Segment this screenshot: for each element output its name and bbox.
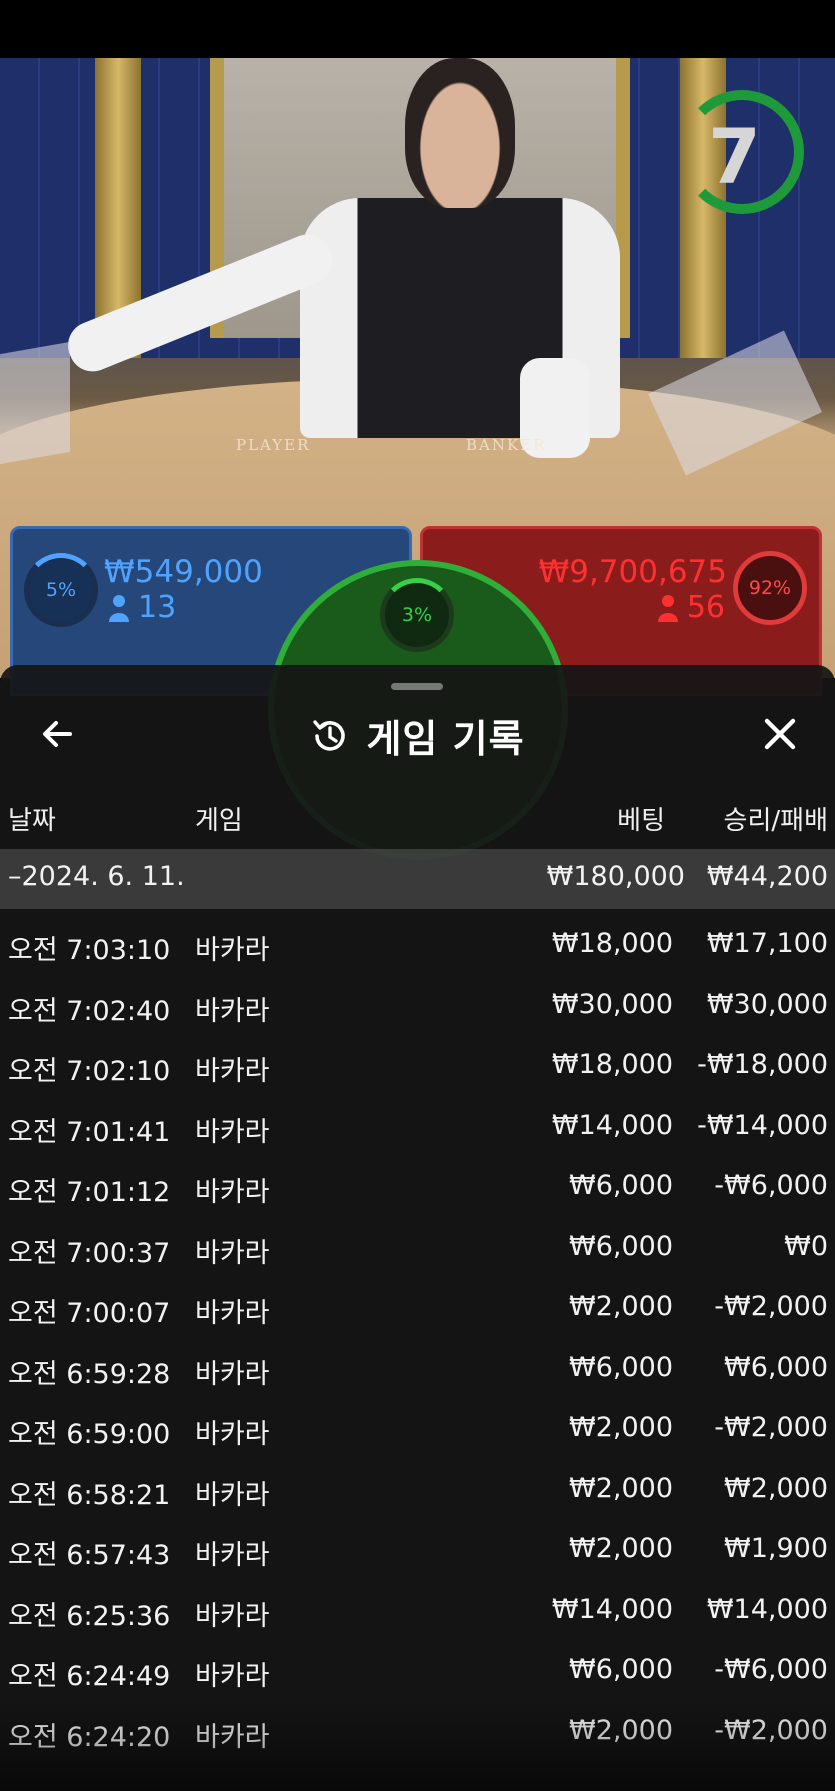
history-bet: ₩30,000	[551, 988, 673, 1020]
history-game: 바카라	[195, 1237, 270, 1269]
card-shoe	[0, 341, 70, 465]
history-bet: ₩2,000	[569, 1291, 673, 1322]
history-result: -₩14,000	[697, 1109, 828, 1141]
history-result: -₩18,000	[697, 1049, 828, 1080]
history-result: ₩2,000	[724, 1472, 828, 1504]
history-time: 오전 6:57:43	[8, 1540, 171, 1571]
history-result: ₩17,100	[706, 928, 828, 959]
history-bet: ₩14,000	[551, 1109, 673, 1141]
banker-pool-amount: ₩9,700,675	[538, 554, 727, 590]
history-result: ₩0	[784, 1230, 828, 1262]
column-header-bet: 베팅	[617, 806, 665, 836]
history-result: -₩6,000	[714, 1654, 828, 1685]
dealer-head	[405, 58, 515, 208]
history-row[interactable]: 오전 6:25:36 바카라 ₩14,000 ₩14,000	[0, 1582, 835, 1642]
history-bet: ₩14,000	[551, 1593, 673, 1625]
history-game: 바카라	[195, 1540, 270, 1571]
user-icon	[657, 594, 678, 622]
column-header-game: 게임	[195, 806, 243, 836]
history-row[interactable]: 오전 7:03:10 바카라 ₩18,000 ₩17,100	[0, 916, 835, 976]
history-time: 오전 6:58:21	[8, 1479, 171, 1511]
history-result: -₩2,000	[714, 1412, 828, 1443]
history-game: 바카라	[195, 1419, 270, 1450]
history-result: -₩2,000	[714, 1291, 828, 1322]
column-header-result: 승리/패배	[723, 806, 828, 836]
history-game: 바카라	[195, 1661, 270, 1692]
history-time: 오전 7:00:07	[8, 1298, 171, 1329]
history-bet: ₩6,000	[569, 1230, 673, 1262]
history-bet: ₩18,000	[551, 928, 673, 959]
history-icon	[313, 719, 346, 751]
history-time: 오전 7:02:10	[8, 1056, 171, 1087]
history-bet: ₩2,000	[569, 1472, 673, 1504]
history-game: 바카라	[195, 1479, 270, 1511]
history-time: 오전 7:01:41	[8, 1116, 171, 1148]
history-time: 오전 7:00:37	[8, 1237, 171, 1269]
history-row[interactable]: 오전 6:24:49 바카라 ₩6,000 -₩6,000	[0, 1642, 835, 1702]
sheet-header: 게임 기록	[0, 708, 835, 765]
history-bet: ₩2,000	[569, 1533, 673, 1564]
player-count-value: 13	[138, 590, 177, 625]
history-row[interactable]: 오전 6:57:43 바카라 ₩2,000 ₩1,900	[0, 1521, 835, 1581]
history-game: 바카라	[195, 1056, 270, 1087]
close-icon	[764, 718, 796, 750]
history-game: 바카라	[195, 1177, 270, 1208]
history-time: 오전 7:01:12	[8, 1177, 171, 1208]
history-row[interactable]: 오전 6:59:00 바카라 ₩2,000 -₩2,000	[0, 1400, 835, 1460]
column-header-date: 날짜	[8, 806, 56, 836]
history-row[interactable]: 오전 7:01:12 바카라 ₩6,000 -₩6,000	[0, 1158, 835, 1218]
bottom-fade	[0, 1700, 835, 1791]
summary-bet: ₩180,000	[546, 861, 685, 892]
history-time: 오전 7:02:40	[8, 995, 171, 1027]
history-bet: ₩18,000	[551, 1049, 673, 1080]
history-result: ₩14,000	[706, 1593, 828, 1625]
history-row[interactable]: 오전 6:58:21 바카라 ₩2,000 ₩2,000	[0, 1461, 835, 1521]
history-row[interactable]: 오전 7:02:40 바카라 ₩30,000 ₩30,000	[0, 977, 835, 1037]
summary-date: –2024. 6. 11.	[8, 861, 185, 892]
sheet-title: 게임 기록	[366, 717, 525, 761]
history-game: 바카라	[195, 1600, 270, 1632]
history-time: 오전 7:03:10	[8, 935, 171, 966]
banker-count: 56	[657, 590, 725, 625]
history-game: 바카라	[195, 1116, 270, 1148]
history-bet: ₩6,000	[569, 1170, 673, 1201]
player-count: 13	[108, 590, 176, 625]
sheet-drag-handle[interactable]	[391, 683, 443, 690]
history-time: 오전 6:25:36	[8, 1600, 171, 1632]
history-result: ₩6,000	[724, 1351, 828, 1383]
history-time: 오전 6:59:00	[8, 1419, 171, 1450]
player-pool-amount: ₩549,000	[104, 554, 263, 590]
history-game: 바카라	[195, 935, 270, 966]
history-bet: ₩6,000	[569, 1351, 673, 1383]
summary-result: ₩44,200	[706, 861, 828, 892]
history-game: 바카라	[195, 1358, 270, 1390]
user-icon	[109, 594, 129, 622]
status-bar	[0, 0, 835, 58]
history-row[interactable]: 오전 7:00:07 바카라 ₩2,000 -₩2,000	[0, 1279, 835, 1339]
history-row[interactable]: 오전 6:59:28 바카라 ₩6,000 ₩6,000	[0, 1340, 835, 1400]
date-summary-row[interactable]: –2024. 6. 11. ₩180,000 ₩44,200	[0, 849, 835, 909]
history-result: -₩6,000	[714, 1170, 828, 1201]
history-time: 오전 6:59:28	[8, 1358, 171, 1390]
table-label-banker: BANKER	[466, 436, 547, 454]
history-row[interactable]: 오전 7:01:41 바카라 ₩14,000 -₩14,000	[0, 1098, 835, 1158]
history-result: ₩1,900	[724, 1533, 828, 1564]
table-label-player: PLAYER	[236, 436, 311, 454]
banker-percent: 92%	[733, 551, 807, 625]
history-time: 오전 6:24:49	[8, 1661, 171, 1692]
history-result: ₩30,000	[706, 988, 828, 1020]
tie-percent: 3%	[380, 578, 454, 652]
history-row[interactable]: 오전 7:02:10 바카라 ₩18,000 -₩18,000	[0, 1037, 835, 1097]
history-row[interactable]: 오전 7:00:37 바카라 ₩6,000 ₩0	[0, 1219, 835, 1279]
countdown-value: 7	[708, 112, 761, 201]
player-percent: 5%	[24, 553, 98, 627]
history-bet: ₩6,000	[569, 1654, 673, 1685]
banker-count-value: 56	[686, 590, 725, 625]
history-game: 바카라	[195, 995, 270, 1027]
close-button[interactable]	[758, 712, 802, 756]
history-game: 바카라	[195, 1298, 270, 1329]
history-bet: ₩2,000	[569, 1412, 673, 1443]
